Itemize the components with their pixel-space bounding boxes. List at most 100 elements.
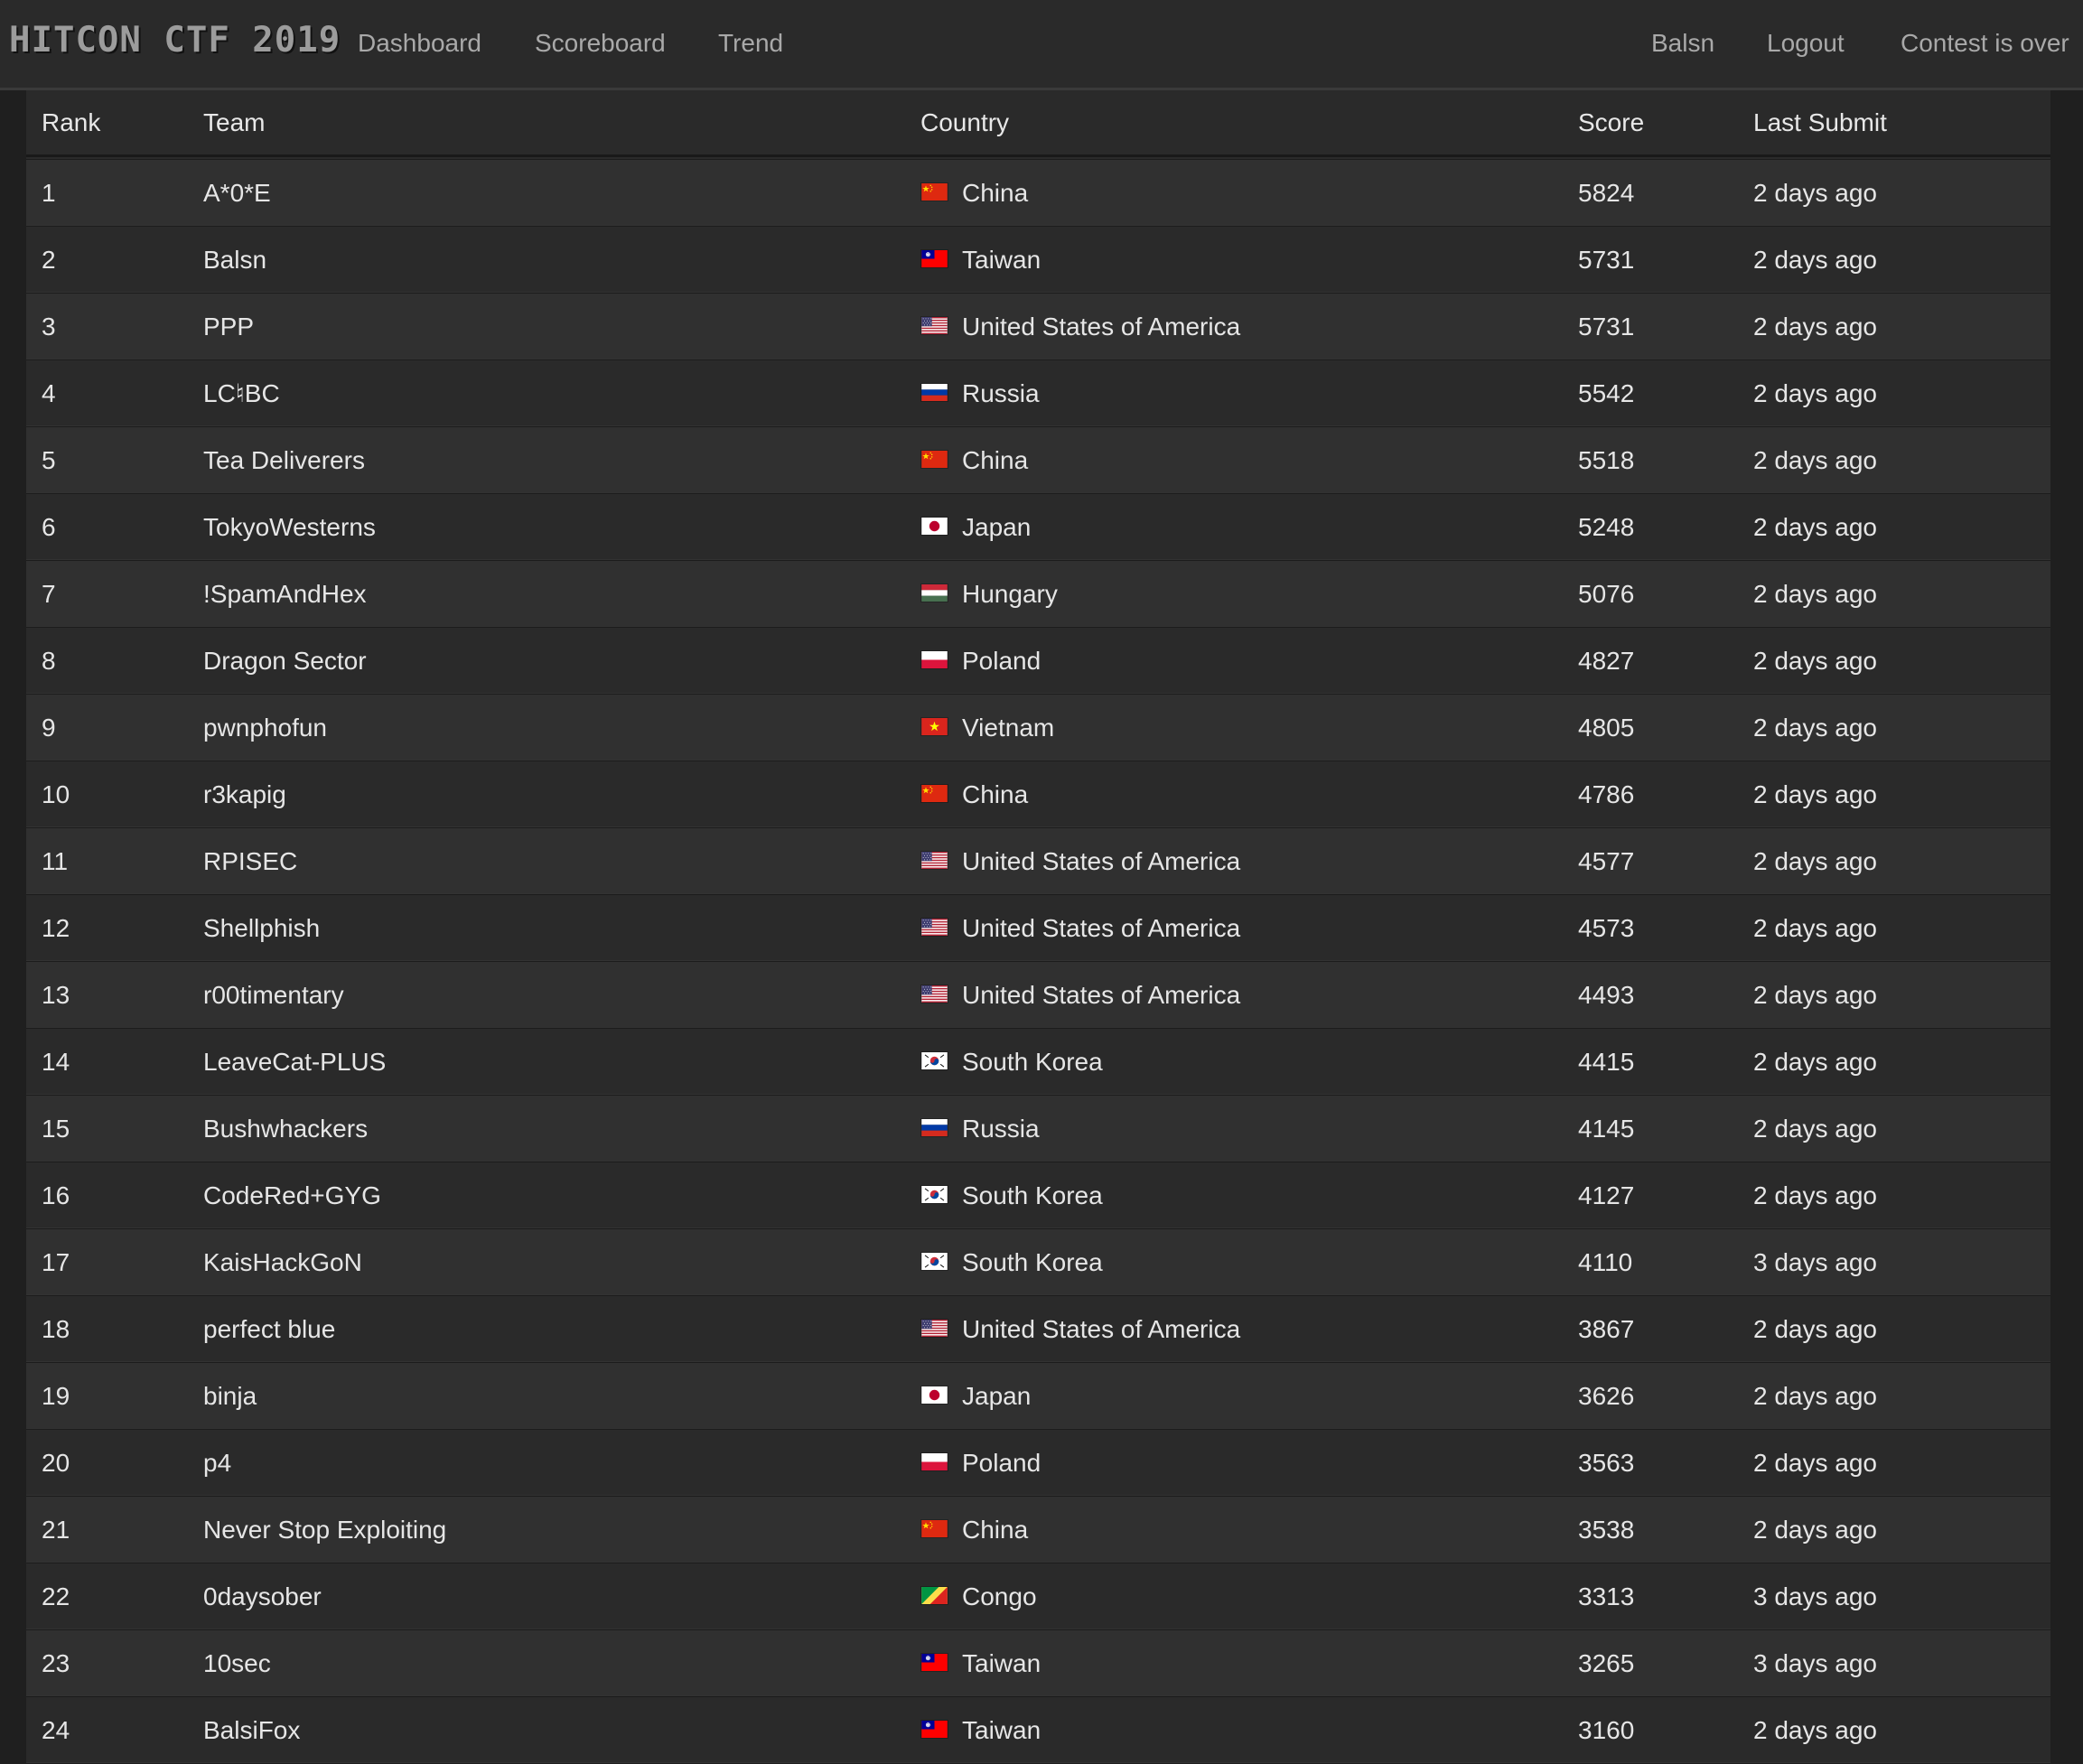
header-score[interactable]: Score [1578,90,1644,157]
south-korea-flag-icon [920,1051,948,1070]
score-cell: 5518 [1578,446,1635,474]
table-row[interactable]: 18 perfect blue United States of America 38… [26,1295,2050,1362]
score-cell: 4493 [1578,981,1635,1009]
table-row[interactable]: 10 r3kapig China 4786 2 days ago [26,761,2050,827]
last-submit-cell: 2 days ago [1753,1115,1877,1143]
score-cell: 3313 [1578,1582,1635,1610]
last-submit-cell: 3 days ago [1753,1582,1877,1610]
team-name-link[interactable]: Bushwhackers [203,1096,368,1162]
rank-cell: 13 [42,981,70,1009]
china-flag-icon [920,182,948,201]
table-row[interactable]: 11 RPISEC United States of America 4577 2 da… [26,827,2050,894]
team-name-link[interactable]: r3kapig [203,761,286,828]
table-row[interactable]: 15 Bushwhackers Russia 4145 2 days ago [26,1095,2050,1162]
country-cell: Hungary [962,580,1058,608]
table-row[interactable]: 12 Shellphish United States of America 4573… [26,894,2050,961]
team-name-link[interactable]: p4 [203,1430,231,1497]
nav-logout[interactable]: Logout [1767,29,1845,58]
score-cell: 4110 [1578,1248,1633,1276]
country-cell: United States of America [962,847,1241,875]
team-name-link[interactable]: RPISEC [203,828,297,895]
table-row[interactable]: 21 Never Stop Exploiting China 3538 2 days a… [26,1496,2050,1563]
score-cell: 3538 [1578,1516,1635,1544]
header-country[interactable]: Country [920,90,1009,157]
rank-cell: 17 [42,1248,70,1276]
last-submit-cell: 2 days ago [1753,1516,1877,1544]
team-name-link[interactable]: binja [203,1363,257,1430]
team-name-link[interactable]: A*0*E [203,160,271,227]
team-name-link[interactable]: pwnphofun [203,695,327,761]
table-row[interactable]: 22 0daysober Congo 3313 3 days ago [26,1563,2050,1629]
table-row[interactable]: 16 CodeRed+GYG South Korea 4127 2 days ago [26,1162,2050,1228]
team-name-link[interactable]: 10sec [203,1630,271,1697]
south-korea-flag-icon [920,1252,948,1271]
team-name-link[interactable]: 0daysober [203,1563,322,1630]
table-row[interactable]: 17 KaisHackGoN South Korea 4110 3 days ago [26,1228,2050,1295]
team-name-link[interactable]: Shellphish [203,895,320,962]
team-name-link[interactable]: CodeRed+GYG [203,1162,381,1229]
team-name-link[interactable]: Balsn [203,227,266,294]
team-name-link[interactable]: Dragon Sector [203,628,367,695]
last-submit-cell: 2 days ago [1753,379,1877,407]
table-row[interactable]: 20 p4 Poland 3563 2 days ago [26,1429,2050,1496]
site-logo[interactable]: HITCON CTF 2019 [9,20,341,61]
taiwan-flag-icon [920,1653,948,1672]
team-name-link[interactable]: LeaveCat-PLUS [203,1029,386,1096]
nav-trend[interactable]: Trend [718,29,783,58]
country-cell: United States of America [962,1315,1241,1343]
table-row[interactable]: 14 LeaveCat-PLUS South Korea 4415 2 days ago [26,1028,2050,1095]
last-submit-cell: 2 days ago [1753,647,1877,675]
russia-flag-icon [920,383,948,402]
table-row[interactable]: 9 pwnphofun Vietnam 4805 2 days ago [26,694,2050,761]
country-cell: Russia [962,379,1040,407]
table-row[interactable]: 3 PPP United States of America 5731 2 days a… [26,293,2050,359]
hungary-flag-icon [920,583,948,602]
team-name-link[interactable]: KaisHackGoN [203,1229,362,1296]
team-name-link[interactable]: TokyoWesterns [203,494,376,561]
russia-flag-icon [920,1118,948,1137]
last-submit-cell: 2 days ago [1753,1315,1877,1343]
score-cell: 5076 [1578,580,1635,608]
china-flag-icon [920,784,948,803]
header-rank[interactable]: Rank [42,90,100,157]
last-submit-cell: 2 days ago [1753,179,1877,207]
country-cell: Japan [962,1382,1032,1410]
table-row[interactable]: 6 TokyoWesterns Japan 5248 2 days ago [26,493,2050,560]
congo-flag-icon [920,1586,948,1605]
poland-flag-icon [920,1452,948,1471]
table-header: Rank Team Country Score Last Submit [26,90,2050,157]
team-name-link[interactable]: r00timentary [203,962,344,1029]
header-last-submit[interactable]: Last Submit [1753,90,1887,157]
table-row[interactable]: 7 !SpamAndHex Hungary 5076 2 days ago [26,560,2050,627]
team-name-link[interactable]: LC♮BC [203,360,280,427]
team-name-link[interactable]: perfect blue [203,1296,335,1363]
table-row[interactable]: 8 Dragon Sector Poland 4827 2 days ago [26,627,2050,694]
table-row[interactable]: 24 BalsiFox Taiwan 3160 2 days ago [26,1696,2050,1763]
nav-scoreboard[interactable]: Scoreboard [535,29,666,58]
rank-cell: 20 [42,1449,70,1477]
table-row[interactable]: 19 binja Japan 3626 2 days ago [26,1362,2050,1429]
team-name-link[interactable]: Tea Deliverers [203,427,365,494]
rank-cell: 12 [42,914,70,942]
nav-user-balsn[interactable]: Balsn [1651,29,1714,58]
header-team[interactable]: Team [203,90,265,157]
team-name-link[interactable]: Never Stop Exploiting [203,1497,446,1563]
score-cell: 5731 [1578,246,1635,274]
china-flag-icon [920,1519,948,1538]
table-row[interactable]: 13 r00timentary United States of America 44… [26,961,2050,1028]
table-row[interactable]: 4 LC♮BC Russia 5542 2 days ago [26,359,2050,426]
score-cell: 4805 [1578,714,1635,742]
japan-flag-icon [920,517,948,536]
nav-dashboard[interactable]: Dashboard [358,29,481,58]
table-row[interactable]: 1 A*0*E China 5824 2 days ago [26,159,2050,226]
rank-cell: 16 [42,1181,70,1209]
table-row[interactable]: 2 Balsn Taiwan 5731 2 days ago [26,226,2050,293]
table-row[interactable]: 23 10sec Taiwan 3265 3 days ago [26,1629,2050,1696]
country-cell: Taiwan [962,1649,1042,1677]
team-name-link[interactable]: PPP [203,294,254,360]
country-cell: South Korea [962,1248,1103,1276]
table-row[interactable]: 5 Tea Deliverers China 5518 2 days ago [26,426,2050,493]
rank-cell: 3 [42,313,56,341]
usa-flag-icon [920,316,948,335]
team-name-link[interactable]: !SpamAndHex [203,561,367,628]
